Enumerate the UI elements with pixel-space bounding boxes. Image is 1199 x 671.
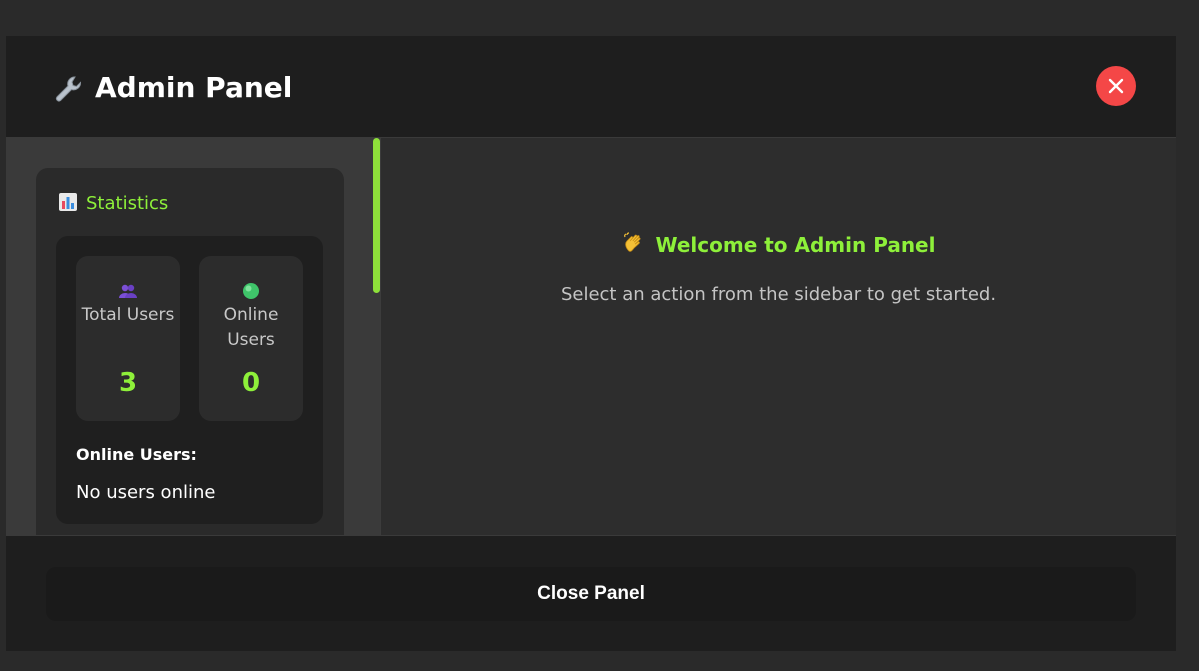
modal-header: Admin Panel [6,36,1176,138]
online-users-value: 0 [241,368,261,398]
welcome-hint: Select an action from the sidebar to get… [560,284,997,305]
total-users-label: Total Users [81,305,175,325]
close-panel-button[interactable]: Close Panel [46,567,1136,621]
modal-footer: Close Panel [6,535,1176,651]
users-icon [76,281,180,301]
total-users-value: 3 [118,368,138,398]
welcome-title: Welcome to Admin Panel [655,233,936,257]
page-title: Admin Panel [95,71,293,104]
wrench-icon [51,73,83,105]
statistics-card: Statistics Total Users 3 Online Users 0 … [36,168,344,535]
main-content: Welcome to Admin Panel Select an action … [381,138,1176,535]
close-icon-button[interactable] [1096,66,1136,106]
online-users-list-title: Online Users: [76,445,197,464]
sidebar-scrollbar[interactable] [373,138,380,293]
sidebar[interactable]: Statistics Total Users 3 Online Users 0 … [6,138,380,535]
statistics-title: Statistics [86,193,169,214]
online-users-stat: Online Users 0 [199,256,303,421]
total-users-stat: Total Users 3 [76,256,180,421]
statistics-panel: Total Users 3 Online Users 0 Online User… [56,236,323,524]
waving-hand-icon [622,231,646,259]
online-users-label: Online Users [223,305,279,350]
admin-panel-modal: Admin Panel Statistics Total Users 3 Onl… [6,36,1176,651]
close-icon [1108,78,1124,94]
statistics-header: Statistics [58,190,168,218]
welcome-heading: Welcome to Admin Panel [381,230,1176,260]
online-users-empty-message: No users online [76,482,216,503]
green-circle-icon [199,281,303,301]
bar-chart-icon [58,192,78,216]
